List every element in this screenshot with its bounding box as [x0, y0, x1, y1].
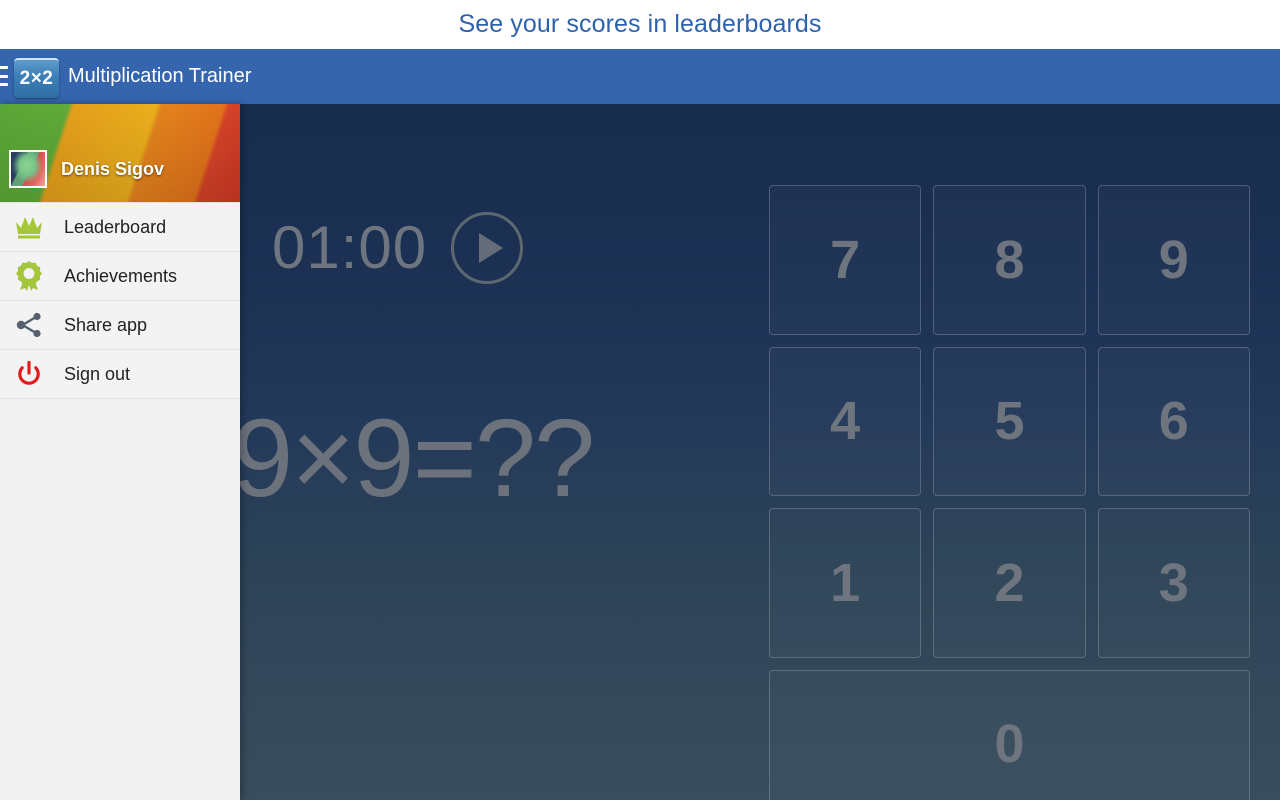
timer-display: 01:00	[272, 214, 428, 281]
drawer-empty-space	[0, 399, 240, 799]
profile-name: Denis Sigov	[61, 158, 165, 179]
crown-icon	[12, 210, 46, 244]
power-icon	[12, 357, 46, 391]
medal-icon	[12, 259, 46, 293]
drawer-item-label: Sign out	[64, 363, 131, 384]
drawer-item-label: Leaderboard	[64, 216, 167, 237]
drawer-item-leaderboard[interactable]: Leaderboard	[0, 203, 240, 252]
play-icon	[478, 233, 503, 263]
navigation-drawer: Denis Sigov Leaderboard Achievements Sha…	[0, 104, 240, 800]
app-bar: 2×2 Multiplication Trainer	[0, 49, 1280, 104]
keypad-key-1[interactable]: 1	[769, 508, 922, 658]
play-button[interactable]	[451, 212, 524, 284]
profile-row[interactable]: Denis Sigov	[0, 146, 240, 192]
drawer-menu: Leaderboard Achievements Share app Sign …	[0, 202, 240, 799]
app-logo-icon: 2×2	[14, 58, 59, 98]
drawer-item-achievements[interactable]: Achievements	[0, 252, 240, 301]
user-avatar	[9, 150, 47, 188]
keypad-key-7[interactable]: 7	[769, 185, 922, 335]
drawer-item-share-app[interactable]: Share app	[0, 301, 240, 350]
keypad-key-4[interactable]: 4	[769, 346, 922, 496]
hamburger-line	[0, 66, 8, 69]
keypad-key-0[interactable]: 0	[769, 669, 1250, 800]
keypad-key-6[interactable]: 6	[1097, 346, 1250, 496]
promo-banner-text: See your scores in leaderboards	[458, 10, 822, 38]
promo-banner[interactable]: See your scores in leaderboards	[0, 0, 1280, 49]
drawer-item-label: Achievements	[64, 265, 178, 286]
hamburger-menu-icon[interactable]	[0, 66, 8, 86]
drawer-item-label: Share app	[64, 314, 148, 335]
keypad-key-8[interactable]: 8	[933, 185, 1086, 335]
keypad-key-3[interactable]: 3	[1097, 508, 1250, 658]
drawer-header: Denis Sigov	[0, 104, 240, 202]
keypad-key-5[interactable]: 5	[933, 346, 1086, 496]
equation-display: 9×9=??	[232, 397, 595, 520]
drawer-item-sign-out[interactable]: Sign out	[0, 350, 240, 399]
timer-row: 01:00	[272, 212, 524, 284]
numeric-keypad: 7 8 9 4 5 6 1 2 3 0	[769, 185, 1250, 800]
app-title: Multiplication Trainer	[68, 65, 252, 87]
app-root: See your scores in leaderboards 2×2 Mult…	[0, 0, 1280, 800]
share-icon	[12, 308, 46, 342]
hamburger-line	[0, 74, 8, 78]
hamburger-line	[0, 83, 8, 86]
keypad-key-2[interactable]: 2	[933, 508, 1086, 658]
keypad-key-9[interactable]: 9	[1097, 185, 1250, 335]
